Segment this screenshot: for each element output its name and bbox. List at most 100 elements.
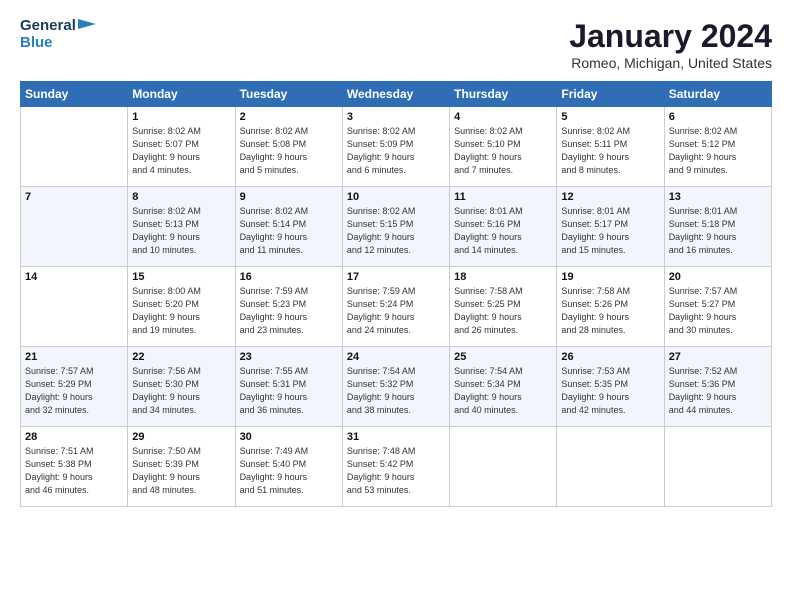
table-row: 26 Sunrise: 7:53 AMSunset: 5:35 PMDayligh…	[557, 347, 664, 427]
day-info: Sunrise: 7:53 AMSunset: 5:35 PMDaylight:…	[561, 365, 659, 417]
day-info: Sunrise: 8:02 AMSunset: 5:07 PMDaylight:…	[132, 125, 230, 177]
week-row-4: 21Sunrise: 7:57 AMSunset: 5:29 PMDayligh…	[21, 347, 772, 427]
day-info: Sunrise: 8:02 AMSunset: 5:11 PMDaylight:…	[561, 125, 659, 177]
day-number: 4	[454, 111, 552, 123]
table-row: 7	[21, 187, 128, 267]
week-row-1: 1 Sunrise: 8:02 AMSunset: 5:07 PMDaylight…	[21, 107, 772, 187]
table-row	[21, 107, 128, 187]
table-row: 14	[21, 267, 128, 347]
day-number: 20	[669, 271, 767, 283]
table-row: 31Sunrise: 7:48 AMSunset: 5:42 PMDayligh…	[342, 427, 449, 507]
day-number: 1	[132, 111, 230, 123]
day-info: Sunrise: 8:01 AMSunset: 5:16 PMDaylight:…	[454, 205, 552, 257]
col-tuesday: Tuesday	[235, 82, 342, 107]
table-row: 2 Sunrise: 8:02 AMSunset: 5:08 PMDaylight…	[235, 107, 342, 187]
main-title: January 2024	[569, 18, 772, 55]
day-number: 12	[561, 191, 659, 203]
day-number: 7	[25, 191, 123, 203]
day-number: 5	[561, 111, 659, 123]
day-info: Sunrise: 8:02 AMSunset: 5:08 PMDaylight:…	[240, 125, 338, 177]
day-info: Sunrise: 8:02 AMSunset: 5:09 PMDaylight:…	[347, 125, 445, 177]
day-number: 25	[454, 351, 552, 363]
table-row: 21Sunrise: 7:57 AMSunset: 5:29 PMDayligh…	[21, 347, 128, 427]
table-row: 3 Sunrise: 8:02 AMSunset: 5:09 PMDaylight…	[342, 107, 449, 187]
day-number: 26	[561, 351, 659, 363]
day-info: Sunrise: 7:50 AMSunset: 5:39 PMDaylight:…	[132, 445, 230, 497]
day-info: Sunrise: 7:52 AMSunset: 5:36 PMDaylight:…	[669, 365, 767, 417]
day-number: 15	[132, 271, 230, 283]
table-row: 20 Sunrise: 7:57 AMSunset: 5:27 PMDayligh…	[664, 267, 771, 347]
col-friday: Friday	[557, 82, 664, 107]
day-number: 28	[25, 431, 123, 443]
day-info: Sunrise: 8:02 AMSunset: 5:15 PMDaylight:…	[347, 205, 445, 257]
day-info: Sunrise: 8:00 AMSunset: 5:20 PMDaylight:…	[132, 285, 230, 337]
logo: General Blue	[20, 18, 96, 51]
day-info: Sunrise: 7:59 AMSunset: 5:24 PMDaylight:…	[347, 285, 445, 337]
day-info: Sunrise: 8:02 AMSunset: 5:14 PMDaylight:…	[240, 205, 338, 257]
table-row: 9 Sunrise: 8:02 AMSunset: 5:14 PMDaylight…	[235, 187, 342, 267]
day-info: Sunrise: 8:02 AMSunset: 5:12 PMDaylight:…	[669, 125, 767, 177]
table-row: 12 Sunrise: 8:01 AMSunset: 5:17 PMDayligh…	[557, 187, 664, 267]
table-row: 30 Sunrise: 7:49 AMSunset: 5:40 PMDayligh…	[235, 427, 342, 507]
day-info: Sunrise: 7:59 AMSunset: 5:23 PMDaylight:…	[240, 285, 338, 337]
day-number: 17	[347, 271, 445, 283]
day-info: Sunrise: 7:57 AMSunset: 5:29 PMDaylight:…	[25, 365, 123, 417]
day-info: Sunrise: 7:49 AMSunset: 5:40 PMDaylight:…	[240, 445, 338, 497]
day-number: 13	[669, 191, 767, 203]
table-row: 29Sunrise: 7:50 AMSunset: 5:39 PMDayligh…	[128, 427, 235, 507]
day-number: 27	[669, 351, 767, 363]
logo-flag-icon	[78, 19, 96, 33]
table-row: 28Sunrise: 7:51 AMSunset: 5:38 PMDayligh…	[21, 427, 128, 507]
table-row: 16 Sunrise: 7:59 AMSunset: 5:23 PMDayligh…	[235, 267, 342, 347]
col-thursday: Thursday	[450, 82, 557, 107]
page-header: General Blue January 2024 Romeo, Michiga…	[20, 18, 772, 71]
day-info: Sunrise: 7:54 AMSunset: 5:34 PMDaylight:…	[454, 365, 552, 417]
day-number: 24	[347, 351, 445, 363]
day-info: Sunrise: 7:56 AMSunset: 5:30 PMDaylight:…	[132, 365, 230, 417]
week-row-2: 7 8Sunrise: 8:02 AMSunset: 5:13 PMDayligh…	[21, 187, 772, 267]
calendar-table: Sunday Monday Tuesday Wednesday Thursday…	[20, 81, 772, 507]
logo-general: General	[20, 18, 76, 35]
table-row: 25 Sunrise: 7:54 AMSunset: 5:34 PMDayligh…	[450, 347, 557, 427]
col-saturday: Saturday	[664, 82, 771, 107]
table-row: 19Sunrise: 7:58 AMSunset: 5:26 PMDayligh…	[557, 267, 664, 347]
col-sunday: Sunday	[21, 82, 128, 107]
day-number: 16	[240, 271, 338, 283]
day-number: 14	[25, 271, 123, 283]
day-number: 11	[454, 191, 552, 203]
day-number: 18	[454, 271, 552, 283]
day-number: 22	[132, 351, 230, 363]
day-number: 30	[240, 431, 338, 443]
table-row: 23 Sunrise: 7:55 AMSunset: 5:31 PMDayligh…	[235, 347, 342, 427]
table-row: 8Sunrise: 8:02 AMSunset: 5:13 PMDaylight…	[128, 187, 235, 267]
day-info: Sunrise: 8:01 AMSunset: 5:18 PMDaylight:…	[669, 205, 767, 257]
day-number: 9	[240, 191, 338, 203]
table-row: 18 Sunrise: 7:58 AMSunset: 5:25 PMDayligh…	[450, 267, 557, 347]
table-row: 1 Sunrise: 8:02 AMSunset: 5:07 PMDaylight…	[128, 107, 235, 187]
day-info: Sunrise: 7:55 AMSunset: 5:31 PMDaylight:…	[240, 365, 338, 417]
day-number: 3	[347, 111, 445, 123]
table-row	[450, 427, 557, 507]
table-row: 17 Sunrise: 7:59 AMSunset: 5:24 PMDayligh…	[342, 267, 449, 347]
day-info: Sunrise: 8:02 AMSunset: 5:13 PMDaylight:…	[132, 205, 230, 257]
logo-blue: Blue	[20, 35, 96, 52]
table-row: 27 Sunrise: 7:52 AMSunset: 5:36 PMDayligh…	[664, 347, 771, 427]
col-wednesday: Wednesday	[342, 82, 449, 107]
table-row: 10Sunrise: 8:02 AMSunset: 5:15 PMDayligh…	[342, 187, 449, 267]
table-row	[557, 427, 664, 507]
title-section: January 2024 Romeo, Michigan, United Sta…	[569, 18, 772, 71]
week-row-5: 28Sunrise: 7:51 AMSunset: 5:38 PMDayligh…	[21, 427, 772, 507]
day-number: 19	[561, 271, 659, 283]
day-info: Sunrise: 8:02 AMSunset: 5:10 PMDaylight:…	[454, 125, 552, 177]
table-row: 22 Sunrise: 7:56 AMSunset: 5:30 PMDayligh…	[128, 347, 235, 427]
day-info: Sunrise: 7:57 AMSunset: 5:27 PMDaylight:…	[669, 285, 767, 337]
day-number: 23	[240, 351, 338, 363]
day-info: Sunrise: 7:58 AMSunset: 5:25 PMDaylight:…	[454, 285, 552, 337]
table-row: 6 Sunrise: 8:02 AMSunset: 5:12 PMDaylight…	[664, 107, 771, 187]
day-number: 2	[240, 111, 338, 123]
table-row: 15 Sunrise: 8:00 AMSunset: 5:20 PMDayligh…	[128, 267, 235, 347]
day-info: Sunrise: 7:48 AMSunset: 5:42 PMDaylight:…	[347, 445, 445, 497]
day-number: 6	[669, 111, 767, 123]
table-row: 4 Sunrise: 8:02 AMSunset: 5:10 PMDaylight…	[450, 107, 557, 187]
day-info: Sunrise: 8:01 AMSunset: 5:17 PMDaylight:…	[561, 205, 659, 257]
